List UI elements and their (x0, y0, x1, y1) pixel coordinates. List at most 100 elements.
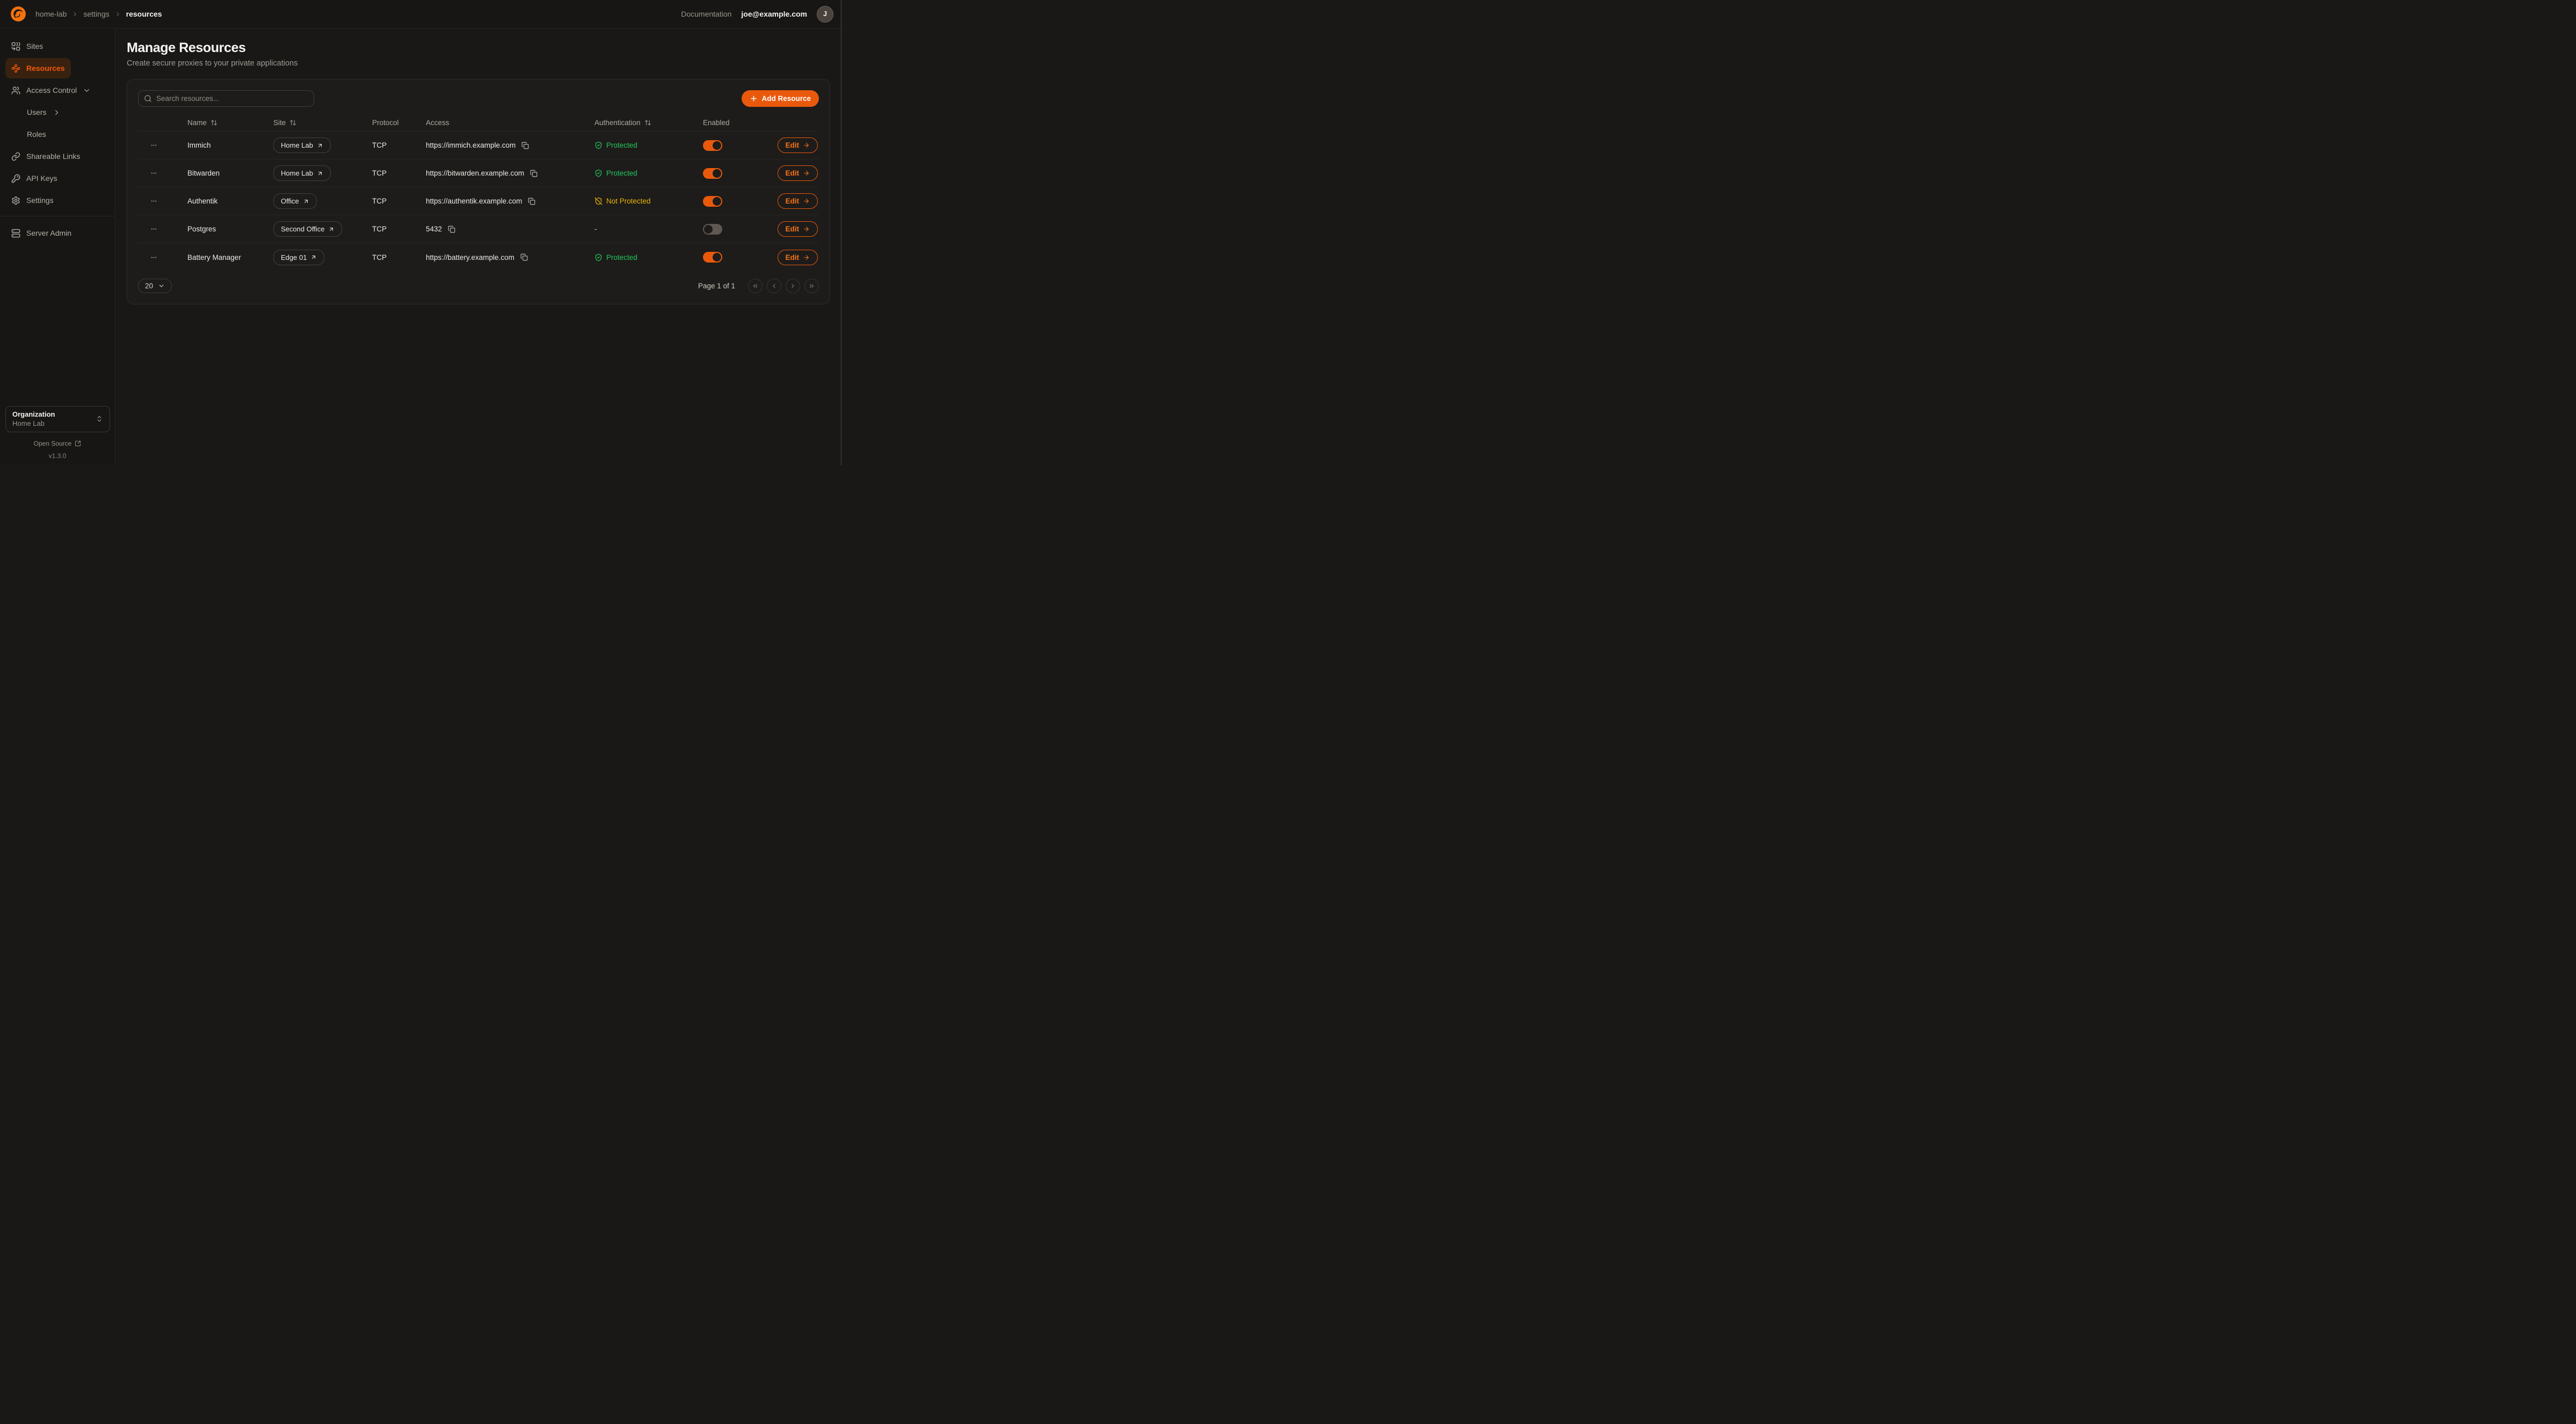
avatar[interactable]: J (817, 6, 833, 23)
page-size-select[interactable]: 20 (138, 279, 172, 293)
protocol-value: TCP (372, 141, 426, 149)
copy-button[interactable] (520, 141, 530, 150)
authentication-cell: - (594, 225, 703, 233)
edit-button[interactable]: Edit (778, 137, 818, 153)
sidebar-item-label: Shareable Links (26, 152, 80, 161)
resource-name: Authentik (187, 197, 273, 205)
sidebar-item-shareable-links[interactable]: Shareable Links (5, 146, 86, 166)
protocol-value: TCP (372, 197, 426, 205)
arrow-up-right-icon (310, 254, 317, 260)
enabled-toggle[interactable] (703, 252, 722, 263)
column-label: Protocol (372, 119, 399, 127)
edit-button[interactable]: Edit (778, 193, 818, 209)
row-menu-button[interactable] (148, 223, 160, 235)
resource-name: Postgres (187, 225, 273, 233)
enabled-toggle[interactable] (703, 224, 722, 235)
row-menu-button[interactable] (148, 139, 160, 151)
breadcrumb-settings[interactable]: settings (83, 10, 109, 18)
scrollbar[interactable] (840, 0, 842, 466)
sidebar-item-roles[interactable]: Roles (5, 124, 52, 144)
add-resource-button[interactable]: Add Resource (742, 90, 819, 107)
breadcrumb-home-lab[interactable]: home-lab (35, 10, 67, 18)
column-header-enabled: Enabled (703, 119, 776, 127)
table-body: ImmichHome LabTCPhttps://immich.example.… (138, 132, 819, 271)
protocol-value: TCP (372, 253, 426, 261)
access-value: https://bitwarden.example.com (426, 169, 524, 177)
sidebar-item-api-keys[interactable]: API Keys (5, 168, 63, 188)
waypoints-icon (11, 64, 20, 73)
page-title: Manage Resources (127, 40, 831, 56)
sidebar-nav: SitesResourcesAccess ControlUsers Roles Sh… (0, 36, 115, 245)
external-link-icon (75, 440, 81, 447)
sidebar-item-settings[interactable]: Settings (5, 190, 60, 210)
table-header: NameSiteProtocolAccessAuthenticationEnab… (138, 114, 819, 132)
copy-button[interactable] (529, 169, 539, 178)
sidebar-item-label: Roles (27, 130, 46, 139)
plus-icon (750, 95, 758, 103)
arrow-up-right-icon (303, 198, 309, 205)
column-header-authentication[interactable]: Authentication (594, 119, 703, 127)
chevron-down-icon (158, 282, 165, 289)
copy-button[interactable] (519, 252, 529, 262)
authentication-value: Protected (606, 253, 637, 261)
site-link[interactable]: Home Lab (273, 165, 331, 181)
sidebar-item-sites[interactable]: Sites (5, 36, 49, 56)
organization-switcher[interactable]: Organization Home Lab (5, 406, 110, 432)
enabled-toggle[interactable] (703, 140, 722, 151)
column-header-site[interactable]: Site (273, 119, 372, 127)
access-value: 5432 (426, 225, 442, 233)
next-page-button[interactable] (786, 279, 800, 293)
last-page-button[interactable] (804, 279, 819, 293)
site-link[interactable]: Second Office (273, 221, 342, 237)
open-source-link[interactable]: Open Source (0, 440, 115, 447)
sidebar-item-server-admin[interactable]: Server Admin (5, 223, 77, 243)
chevron-right-icon (53, 108, 61, 117)
row-menu-button[interactable] (148, 195, 160, 207)
site-link[interactable]: Office (273, 193, 317, 209)
table-row-bitwarden: BitwardenHome LabTCPhttps://bitwarden.ex… (138, 159, 819, 187)
resources-card: Add Resource NameSiteProtocolAccessAuthe… (127, 79, 830, 304)
copy-button[interactable] (527, 197, 536, 206)
edit-label: Edit (786, 197, 800, 205)
copy-icon (528, 198, 535, 205)
topbar: home-labsettingsresources Documentation … (0, 0, 842, 28)
access-value: https://battery.example.com (426, 253, 514, 261)
combine-icon (11, 42, 20, 51)
copy-button[interactable] (447, 224, 456, 234)
documentation-link[interactable]: Documentation (681, 10, 731, 18)
column-header-name[interactable]: Name (187, 119, 273, 127)
toggle-knob (713, 197, 721, 206)
user-email[interactable]: joe@example.com (741, 10, 807, 18)
copy-icon (521, 142, 529, 149)
arrow-up-right-icon (328, 226, 335, 233)
sidebar-item-users[interactable]: Users (5, 102, 67, 122)
edit-button[interactable]: Edit (778, 221, 818, 237)
site-name: Office (281, 197, 299, 205)
row-menu-button[interactable] (148, 251, 160, 264)
sidebar-item-label: Settings (26, 196, 54, 205)
resource-name: Battery Manager (187, 253, 273, 261)
edit-button[interactable]: Edit (778, 250, 818, 265)
authentication-cell: Protected (594, 141, 703, 149)
sidebar-item-access-control[interactable]: Access Control (5, 80, 97, 100)
row-menu-button[interactable] (148, 167, 160, 179)
sidebar-item-resources[interactable]: Resources (5, 58, 71, 78)
table-row-postgres: PostgresSecond OfficeTCP5432-Edit (138, 215, 819, 243)
site-name: Edge 01 (281, 253, 307, 261)
enabled-toggle[interactable] (703, 196, 722, 207)
previous-page-button[interactable] (767, 279, 781, 293)
shield-check-icon (594, 141, 603, 149)
arrow-right-icon (803, 254, 810, 261)
edit-button[interactable]: Edit (778, 165, 818, 181)
enabled-toggle[interactable] (703, 168, 722, 179)
site-link[interactable]: Home Lab (273, 137, 331, 153)
key-icon (11, 174, 20, 183)
organization-value: Home Lab (12, 419, 55, 427)
sidebar-bottom: Organization Home Lab Open Source v1.3.0 (0, 406, 115, 465)
arrow-right-icon (803, 226, 810, 233)
ellipsis-icon (150, 197, 158, 205)
sidebar-item-label: API Keys (26, 174, 57, 183)
first-page-button[interactable] (748, 279, 763, 293)
search-input[interactable] (138, 90, 314, 107)
site-link[interactable]: Edge 01 (273, 250, 324, 265)
